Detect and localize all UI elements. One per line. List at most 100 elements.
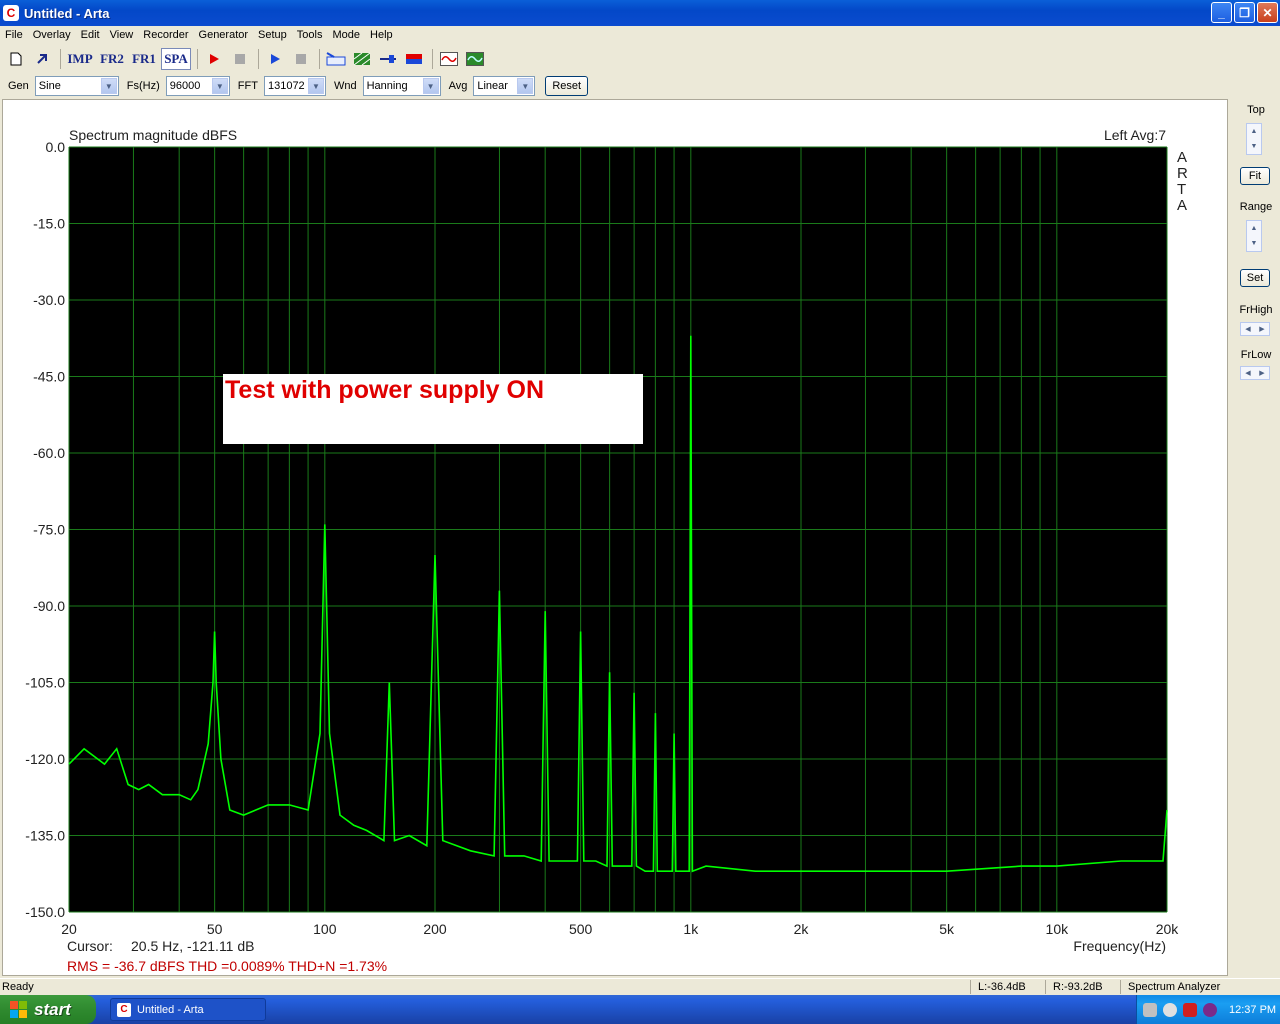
window-select[interactable]: Hanning ▼ [362, 76, 441, 96]
averaging-select[interactable]: Linear ▼ [473, 76, 536, 96]
color-settings-icon[interactable] [402, 48, 426, 70]
chevron-down-icon[interactable]: ▼ [100, 78, 117, 94]
fft-size-select[interactable]: 131072 ▼ [263, 76, 326, 96]
x-tick-label: 200 [423, 921, 447, 937]
left-arrow-icon[interactable]: ◀ [1245, 325, 1250, 333]
y-tick-label: -135.0 [25, 828, 65, 844]
channel-info: Left Avg:7 [1104, 127, 1166, 143]
down-arrow-icon[interactable]: ▼ [1251, 240, 1258, 247]
chevron-down-icon[interactable]: ▼ [422, 78, 439, 94]
fit-button[interactable]: Fit [1240, 167, 1270, 185]
sample-rate-select[interactable]: 96000 ▼ [165, 76, 230, 96]
antivirus-icon[interactable] [1203, 1002, 1217, 1017]
arta-app-icon: C [117, 1002, 131, 1017]
right-arrow-icon[interactable]: ▶ [1259, 369, 1264, 377]
chevron-down-icon[interactable]: ▼ [307, 78, 324, 94]
volume-icon[interactable] [1163, 1002, 1177, 1017]
menu-recorder[interactable]: Recorder [138, 29, 193, 41]
stop-icon[interactable] [228, 48, 252, 70]
up-arrow-icon[interactable]: ▲ [1251, 128, 1258, 135]
minimize-button[interactable]: _ [1211, 2, 1232, 23]
watermark-letter: A [1177, 197, 1187, 214]
menu-view[interactable]: View [105, 29, 139, 41]
menu-help[interactable]: Help [365, 29, 398, 41]
impulse-mode-button[interactable]: IMP [65, 48, 95, 70]
status-right-level: R:-93.2dB [1053, 981, 1103, 993]
top-spinner[interactable]: ▲ ▼ [1246, 123, 1262, 155]
y-tick-label: -105.0 [25, 675, 65, 691]
down-arrow-icon[interactable]: ▼ [1251, 143, 1258, 150]
window-title: Untitled - Arta [24, 5, 110, 21]
y-tick-label: -120.0 [25, 751, 65, 767]
cursor-label: Cursor: [67, 938, 113, 954]
fr2-mode-button[interactable]: FR2 [97, 48, 127, 70]
averaging-value: Linear [477, 80, 508, 92]
network-icon[interactable] [1143, 1002, 1157, 1017]
system-tray: 12:37 PM [1136, 995, 1280, 1024]
play-icon[interactable] [263, 48, 287, 70]
title-bar[interactable]: C Untitled - Arta _ ❐ ✕ [0, 0, 1280, 26]
start-button[interactable]: start [0, 995, 96, 1024]
close-button[interactable]: ✕ [1257, 2, 1278, 23]
toolbar-separator [319, 49, 320, 69]
x-tick-label: 10k [1046, 921, 1070, 937]
fs-label: Fs(Hz) [126, 80, 160, 92]
frhigh-label: FrHigh [1239, 304, 1273, 316]
toolbar-separator [60, 49, 61, 69]
watermark-letter: T [1177, 181, 1186, 198]
toolbar-separator [432, 49, 433, 69]
status-divider [970, 980, 971, 994]
generator-select[interactable]: Sine ▼ [34, 76, 119, 96]
menu-generator[interactable]: Generator [194, 29, 254, 41]
status-mode: Spectrum Analyzer [1128, 981, 1221, 993]
signal-generator-icon[interactable] [437, 48, 461, 70]
chevron-down-icon[interactable]: ▼ [211, 78, 228, 94]
security-shield-icon[interactable] [1183, 1002, 1197, 1017]
wnd-label: Wnd [333, 80, 357, 92]
avg-label: Avg [448, 80, 468, 92]
fft-label: FFT [237, 80, 258, 92]
new-file-icon[interactable] [4, 48, 28, 70]
frhigh-spinner[interactable]: ◀ ▶ [1240, 322, 1270, 336]
x-tick-label: 50 [207, 921, 223, 937]
toolbar-separator [197, 49, 198, 69]
stop-play-icon[interactable] [289, 48, 313, 70]
up-arrow-icon[interactable]: ▲ [1251, 225, 1258, 232]
record-icon[interactable] [202, 48, 226, 70]
arta-app-icon: C [3, 5, 19, 21]
y-tick-label: -90.0 [33, 598, 65, 614]
x-tick-label: 20 [61, 921, 77, 937]
scope-icon[interactable] [463, 48, 487, 70]
menu-edit[interactable]: Edit [76, 29, 105, 41]
menu-overlay[interactable]: Overlay [28, 29, 76, 41]
chevron-down-icon[interactable]: ▼ [517, 78, 534, 94]
abc-overlay-icon[interactable] [324, 48, 348, 70]
menu-tools[interactable]: Tools [292, 29, 328, 41]
status-left-level: L:-36.4dB [978, 981, 1026, 993]
menu-file[interactable]: File [0, 29, 28, 41]
menu-mode[interactable]: Mode [327, 29, 365, 41]
status-divider [1045, 980, 1046, 994]
clock: 12:37 PM [1229, 1003, 1277, 1016]
taskbar-item-arta[interactable]: C Untitled - Arta [110, 998, 266, 1021]
grid-settings-icon[interactable] [350, 48, 374, 70]
toolbar-separator [258, 49, 259, 69]
set-button[interactable]: Set [1240, 269, 1270, 287]
range-label: Range [1239, 201, 1273, 213]
fr1-mode-button[interactable]: FR1 [129, 48, 159, 70]
slider-settings-icon[interactable] [376, 48, 400, 70]
status-divider [1120, 980, 1121, 994]
reset-button[interactable]: Reset [545, 76, 589, 96]
left-arrow-icon[interactable]: ◀ [1245, 369, 1250, 377]
right-arrow-icon[interactable]: ▶ [1259, 325, 1264, 333]
range-spinner[interactable]: ▲ ▼ [1246, 220, 1262, 252]
spectrum-plot[interactable]: Spectrum magnitude dBFS Left Avg:7 0.0 -1… [3, 100, 1229, 977]
menu-setup[interactable]: Setup [253, 29, 292, 41]
frlow-spinner[interactable]: ◀ ▶ [1240, 366, 1270, 380]
y-tick-label: -30.0 [33, 292, 65, 308]
spectrum-mode-button[interactable]: SPA [161, 48, 191, 70]
open-file-icon[interactable] [30, 48, 54, 70]
spectrum-plot-panel[interactable]: Spectrum magnitude dBFS Left Avg:7 0.0 -1… [2, 99, 1228, 976]
restore-button[interactable]: ❐ [1234, 2, 1255, 23]
frlow-label: FrLow [1240, 349, 1272, 361]
